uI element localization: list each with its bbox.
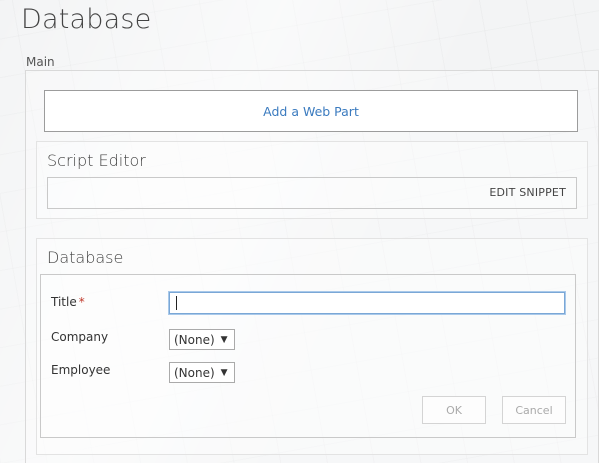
database-webpart-title: Database — [47, 248, 124, 267]
cancel-button[interactable]: Cancel — [502, 396, 566, 424]
title-field-label: Title * — [51, 295, 85, 309]
employee-field-label: Employee — [51, 363, 111, 377]
add-web-part-button[interactable]: Add a Web Part — [44, 90, 578, 132]
employee-select[interactable]: (None) ▼ — [169, 362, 235, 383]
edit-snippet-link[interactable]: EDIT SNIPPET — [489, 178, 566, 207]
employee-select-value: (None) — [174, 365, 215, 380]
ok-button[interactable]: OK — [422, 396, 486, 424]
page-title: Database — [21, 4, 152, 35]
text-caret — [176, 296, 177, 310]
dropdown-arrow-icon: ▼ — [220, 367, 228, 378]
title-label-text: Title — [51, 295, 77, 309]
script-editor-title: Script Editor — [47, 151, 146, 170]
title-input[interactable] — [169, 292, 565, 314]
required-marker: * — [78, 295, 85, 309]
company-select[interactable]: (None) ▼ — [169, 329, 235, 350]
dropdown-arrow-icon: ▼ — [220, 334, 228, 345]
company-field-label: Company — [51, 330, 109, 344]
company-select-value: (None) — [174, 332, 215, 347]
script-editor-snippet-area: EDIT SNIPPET — [47, 177, 577, 209]
zone-label: Main — [26, 55, 55, 69]
